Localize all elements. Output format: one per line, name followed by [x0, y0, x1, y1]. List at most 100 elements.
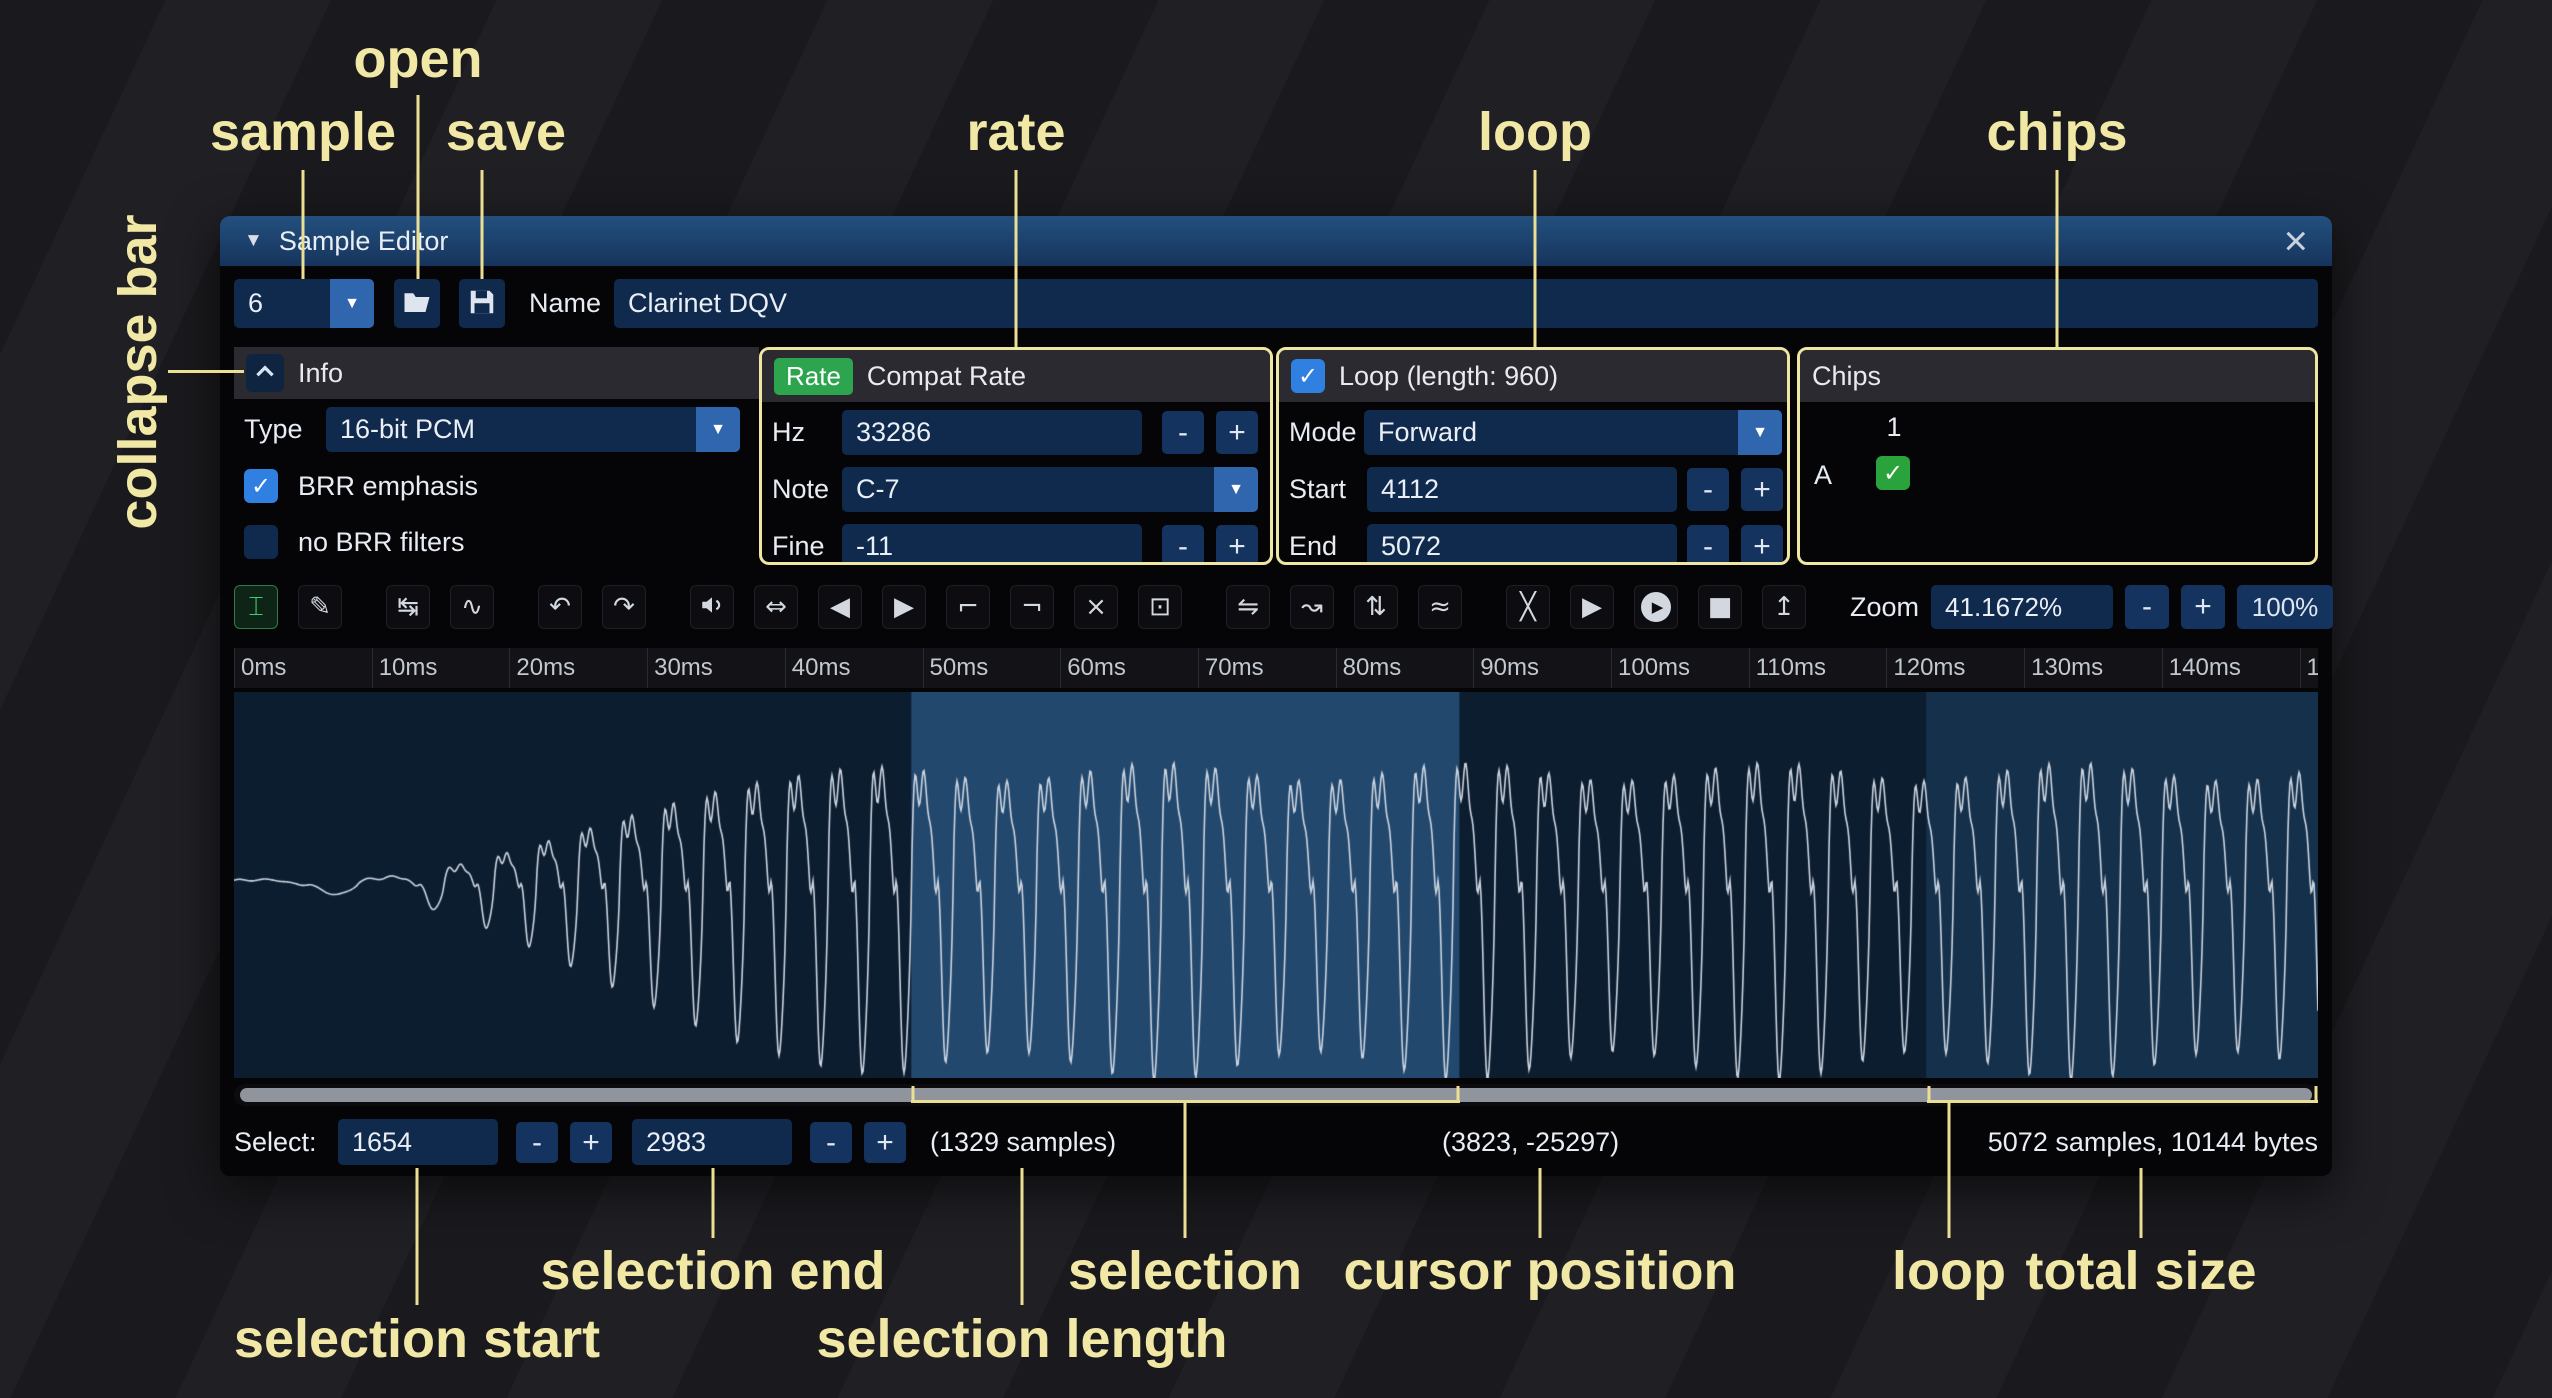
chip-row-label: A	[1814, 458, 1832, 492]
check-icon: ✓	[251, 472, 271, 500]
loop-end-label: End	[1289, 524, 1337, 565]
crossfade-button[interactable]: ╳	[1506, 585, 1550, 629]
annotation-cursor-position: cursor position	[1343, 1240, 1736, 1302]
normalize-button[interactable]: ⇔	[754, 585, 798, 629]
brr-emphasis-checkbox[interactable]: ✓	[244, 469, 278, 503]
ruler-tick	[923, 648, 924, 688]
insert-silence-button[interactable]: ⌐	[946, 585, 990, 629]
chip-enable-checkbox[interactable]: ✓	[1876, 456, 1910, 490]
selection-end-plus-button[interactable]: +	[864, 1122, 906, 1163]
toolbar-button-groups: ⌶✎↹∿↶↷⇔◀▶⌐¬×⊡⇋↝⇅≈╳▶▶■↥	[234, 585, 1806, 629]
edit-draw-button[interactable]: ✎	[298, 585, 342, 629]
fine-plus-button[interactable]: +	[1216, 525, 1258, 565]
selection-start-input[interactable]	[338, 1119, 498, 1165]
loop-start-input[interactable]	[1367, 467, 1677, 512]
loop-start-label: Start	[1289, 467, 1346, 512]
window-collapse-icon[interactable]: ▼	[244, 230, 263, 252]
redo-button[interactable]: ↷	[602, 585, 646, 629]
zoom-reset-button[interactable]: 100%	[2237, 585, 2333, 629]
loop-start-minus-button[interactable]: -	[1687, 468, 1729, 511]
save-sample-button[interactable]	[459, 279, 505, 328]
zoom-in-button[interactable]: +	[2181, 585, 2225, 629]
fade-out-button[interactable]: ▶	[882, 585, 926, 629]
ruler-tick	[1198, 648, 1199, 688]
sample-name-input[interactable]	[614, 279, 2318, 328]
zoom-input[interactable]	[1931, 585, 2113, 629]
zoom-out-button[interactable]: -	[2125, 585, 2169, 629]
note-select[interactable]: C-7 ▼	[842, 467, 1258, 512]
hz-minus-button[interactable]: -	[1162, 411, 1204, 454]
selection-end-input[interactable]	[632, 1119, 792, 1165]
screenshot-stage: ▼ Sample Editor × 6 ▼ Name	[0, 0, 2552, 1398]
edit-select-button[interactable]: ⌶	[234, 585, 278, 629]
reverse-button[interactable]: ⇋	[1226, 585, 1270, 629]
sample-type-select[interactable]: 16-bit PCM ▼	[326, 407, 740, 452]
delete-button[interactable]: ×	[1074, 585, 1118, 629]
close-button[interactable]: ×	[2283, 220, 2308, 262]
annotation-loop: loop	[1478, 101, 1592, 163]
stop-icon: ■	[1708, 594, 1733, 620]
resample-button[interactable]: ∿	[450, 585, 494, 629]
toolbar-group: ╳ ▶ ▶ ■ ↥	[1506, 585, 1806, 629]
waveform-canvas[interactable]	[234, 692, 2318, 1078]
no-brr-filters-checkbox[interactable]	[244, 525, 278, 559]
mode-label: Mode	[1289, 410, 1357, 455]
open-sample-button[interactable]	[394, 279, 440, 328]
ruler-label: 140ms	[2169, 654, 2241, 682]
loop-checkbox[interactable]: ✓	[1291, 359, 1325, 393]
loop-bracket-right-tick	[2315, 1086, 2318, 1102]
collapse-bar-button[interactable]	[246, 354, 284, 392]
ruler-tick	[1473, 648, 1474, 688]
callout-line-selection-end	[712, 1168, 715, 1238]
time-ruler[interactable]: 0ms10ms20ms30ms40ms50ms60ms70ms80ms90ms1…	[234, 648, 2318, 688]
selection-bracket-right-tick	[1457, 1086, 1460, 1102]
trim-button[interactable]: ⊡	[1138, 585, 1182, 629]
type-label: Type	[244, 407, 303, 452]
amplify-button[interactable]	[690, 585, 734, 629]
ruler-tick	[1336, 648, 1337, 688]
hz-input[interactable]	[842, 410, 1142, 455]
sample-number-select[interactable]: 6 ▼	[234, 279, 374, 328]
fine-minus-button[interactable]: -	[1162, 525, 1204, 565]
ruler-tick	[1749, 648, 1750, 688]
flip-sign-button[interactable]: ⇅	[1354, 585, 1398, 629]
selection-start-plus-button[interactable]: +	[570, 1122, 612, 1163]
cross-icon: ╳	[1520, 594, 1536, 620]
selection-end-minus-button[interactable]: -	[810, 1122, 852, 1163]
fade-in-button[interactable]: ◀	[818, 585, 862, 629]
annotation-selection-length: selection length	[816, 1308, 1227, 1370]
ruler-tick	[2300, 648, 2301, 688]
speaker-icon	[699, 592, 725, 623]
loop-start-plus-button[interactable]: +	[1741, 468, 1783, 511]
toolbar-group: ↹∿	[386, 585, 494, 629]
h-arrows-icon: ⇔	[765, 594, 787, 620]
fine-input[interactable]	[842, 524, 1142, 565]
ruler-label: 120ms	[1893, 654, 1965, 682]
stop-preview-button[interactable]: ■	[1698, 585, 1742, 629]
annotation-total-size: total size	[2025, 1240, 2256, 1302]
loop-mode-select[interactable]: Forward ▼	[1364, 410, 1782, 455]
loop-end-plus-button[interactable]: +	[1741, 525, 1783, 565]
undo-button[interactable]: ↶	[538, 585, 582, 629]
apply-silence-button[interactable]: ¬	[1010, 585, 1054, 629]
hz-plus-button[interactable]: +	[1216, 411, 1258, 454]
chevron-down-icon: ▼	[1214, 467, 1258, 512]
title-bar[interactable]: ▼ Sample Editor ×	[220, 216, 2332, 266]
preview-loop-button[interactable]: ▶	[1634, 585, 1678, 629]
zoom-cluster: Zoom - + 100%	[1850, 585, 2333, 629]
select-label: Select:	[234, 1118, 317, 1167]
annotation-chips: chips	[1986, 101, 2127, 163]
ruler-label: 40ms	[792, 654, 851, 682]
resize-button[interactable]: ↹	[386, 585, 430, 629]
ruler-label: 110ms	[1756, 654, 1826, 682]
preview-button[interactable]: ▶	[1570, 585, 1614, 629]
ruler-label: 10ms	[379, 654, 438, 682]
invert-button[interactable]: ↝	[1290, 585, 1334, 629]
loop-end-minus-button[interactable]: -	[1687, 525, 1729, 565]
make-instrument-button[interactable]: ↥	[1762, 585, 1806, 629]
filter-button[interactable]: ≈	[1418, 585, 1462, 629]
play-circle-icon: ▶	[1641, 592, 1671, 622]
selection-start-minus-button[interactable]: -	[516, 1122, 558, 1163]
ruler-tick	[509, 648, 510, 688]
loop-end-input[interactable]	[1367, 524, 1677, 565]
